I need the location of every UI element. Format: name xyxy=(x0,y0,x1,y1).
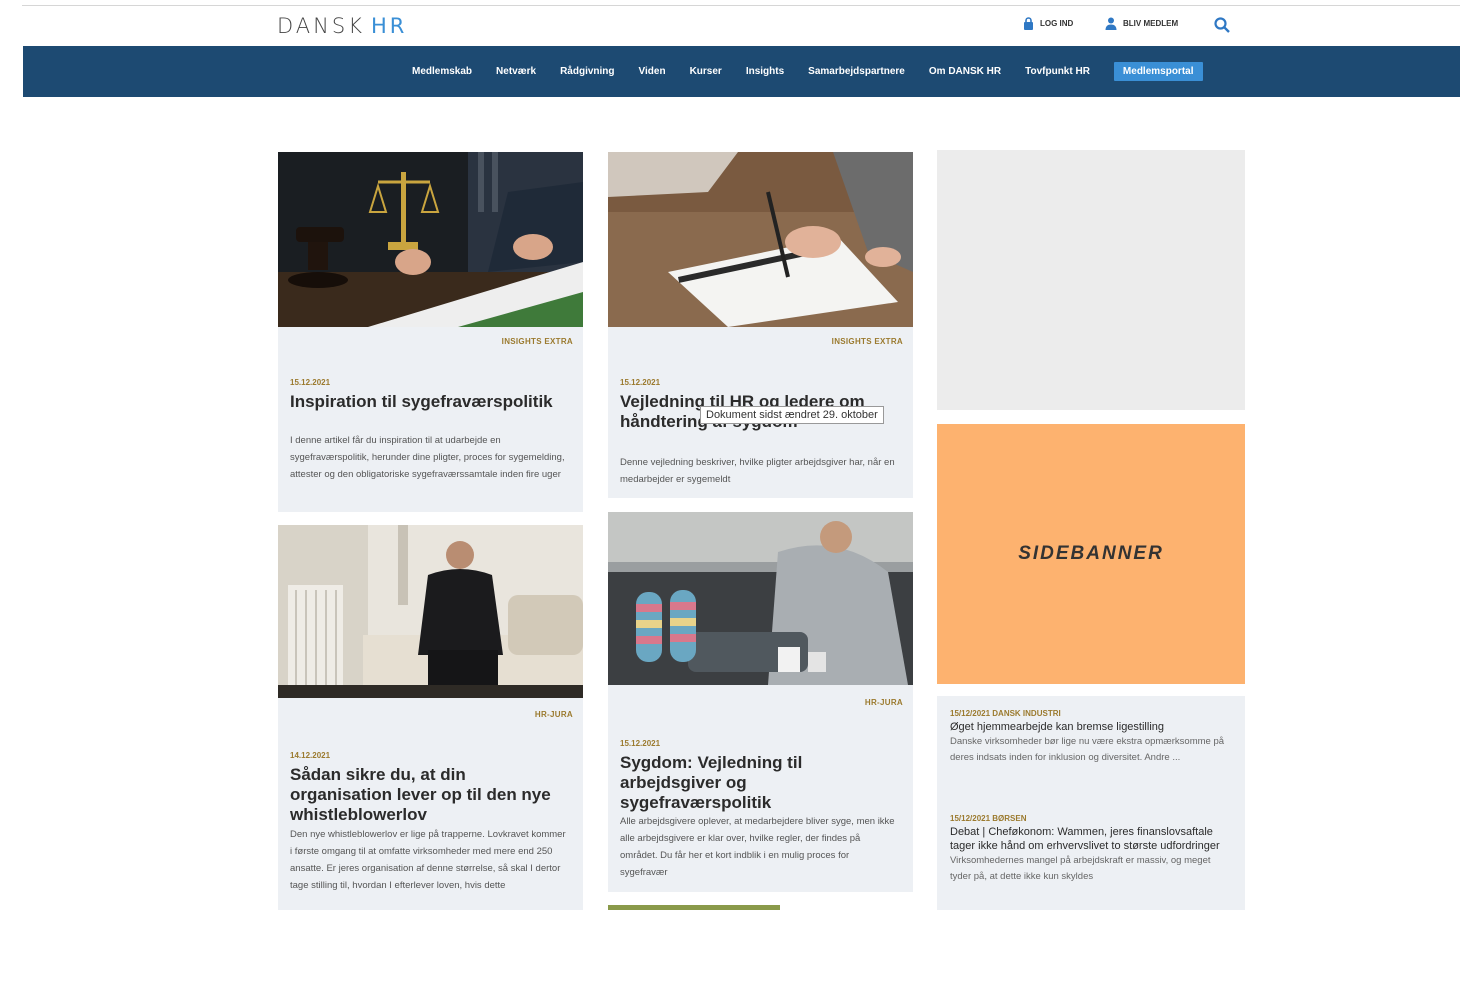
next-article-image-peek xyxy=(608,905,780,910)
nav-item-om-dansk-hr[interactable]: Om DANSK HR xyxy=(929,66,1001,77)
login-link[interactable]: LOG IND xyxy=(1023,17,1073,30)
article-image-writing xyxy=(608,152,913,327)
article-card[interactable]: INSIGHTS EXTRA 15.12.2021 Vejledning til… xyxy=(608,152,913,498)
article-card[interactable]: HR-JURA 14.12.2021 Sådan sikre du, at di… xyxy=(278,525,583,910)
article-teaser: Alle arbejdsgivere oplever, at medarbejd… xyxy=(620,816,895,878)
news-text: Virksomhedernes mangel på arbejdskraft e… xyxy=(950,855,1211,882)
main-navigation: Medlemskab Netværk Rådgivning Viden Kurs… xyxy=(23,46,1460,97)
news-meta: 15/12/2021 BØRSEN xyxy=(950,814,1027,823)
logo-text: DANSK xyxy=(277,14,365,38)
article-image-man-sofa xyxy=(278,525,583,698)
article-title[interactable]: Inspiration til sygefraværspolitik xyxy=(290,392,569,412)
news-headline[interactable]: Øget hjemmearbejde kan bremse ligestilli… xyxy=(950,720,1231,734)
search-icon xyxy=(1214,17,1230,33)
article-date: 14.12.2021 xyxy=(290,751,331,760)
news-item[interactable]: 15/12/2021 DANSK INDUSTRI Øget hjemmearb… xyxy=(950,709,1231,766)
nav-item-samarbejdspartnere[interactable]: Samarbejdspartnere xyxy=(808,66,905,77)
sidebanner-ad[interactable]: SIDEBANNER xyxy=(937,424,1245,684)
top-divider xyxy=(22,5,1460,6)
become-member-link[interactable]: BLIV MEDLEM xyxy=(1105,17,1178,30)
news-meta: 15/12/2021 DANSK INDUSTRI xyxy=(950,709,1061,718)
category-tag: HR-JURA xyxy=(864,698,903,707)
nav-item-kurser[interactable]: Kurser xyxy=(690,66,722,77)
nav-item-netvaerk[interactable]: Netværk xyxy=(496,66,536,77)
article-title[interactable]: Sygdom: Vejledning til arbejdsgiver og s… xyxy=(620,753,899,813)
article-title[interactable]: Sådan sikre du, at din organisation leve… xyxy=(290,765,569,825)
user-icon xyxy=(1105,17,1117,30)
news-text: Danske virksomheder bør lige nu være eks… xyxy=(950,736,1225,763)
article-image-gavel xyxy=(278,152,583,327)
nav-item-tovfpunkt-hr[interactable]: Tovfpunkt HR xyxy=(1025,66,1090,77)
search-button[interactable] xyxy=(1214,17,1230,33)
nav-item-raadgivning[interactable]: Rådgivning xyxy=(560,66,614,77)
login-label: LOG IND xyxy=(1040,19,1074,28)
nav-item-viden[interactable]: Viden xyxy=(639,66,666,77)
news-feed: 15/12/2021 DANSK INDUSTRI Øget hjemmearb… xyxy=(937,696,1245,910)
document-tooltip: Dokument sidst ændret 29. oktober xyxy=(700,406,884,424)
article-teaser: Denne vejledning beskriver, hvilke pligt… xyxy=(620,457,895,485)
article-image-sick-socks xyxy=(608,512,913,685)
category-tag: HR-JURA xyxy=(534,710,573,719)
lock-icon xyxy=(1024,17,1033,30)
sidebanner-label: SIDEBANNER xyxy=(1018,543,1164,564)
ad-placeholder xyxy=(937,150,1245,410)
dansk-hr-logo[interactable]: DANSK HR xyxy=(277,14,407,38)
news-headline[interactable]: Debat | Cheføkonom: Wammen, jeres finans… xyxy=(950,825,1231,853)
nav-item-insights[interactable]: Insights xyxy=(746,66,784,77)
article-date: 15.12.2021 xyxy=(290,378,331,387)
article-teaser: Den nye whistleblowerlov er lige på trap… xyxy=(290,829,566,891)
category-tag: INSIGHTS EXTRA xyxy=(501,337,573,346)
nav-item-medlemskab[interactable]: Medlemskab xyxy=(412,66,472,77)
article-card[interactable]: HR-JURA 15.12.2021 Sygdom: Vejledning ti… xyxy=(608,512,913,892)
nav-item-medlemsportal[interactable]: Medlemsportal xyxy=(1113,62,1203,81)
news-item[interactable]: 15/12/2021 BØRSEN Debat | Cheføkonom: Wa… xyxy=(950,814,1231,885)
category-tag: INSIGHTS EXTRA xyxy=(831,337,903,346)
member-label: BLIV MEDLEM xyxy=(1123,19,1179,28)
article-date: 15.12.2021 xyxy=(620,739,661,748)
article-card[interactable]: INSIGHTS EXTRA 15.12.2021 Inspiration ti… xyxy=(278,152,583,512)
logo-hr-text: HR xyxy=(370,14,408,38)
article-teaser: I denne artikel får du inspiration til a… xyxy=(290,435,565,480)
article-date: 15.12.2021 xyxy=(620,378,661,387)
